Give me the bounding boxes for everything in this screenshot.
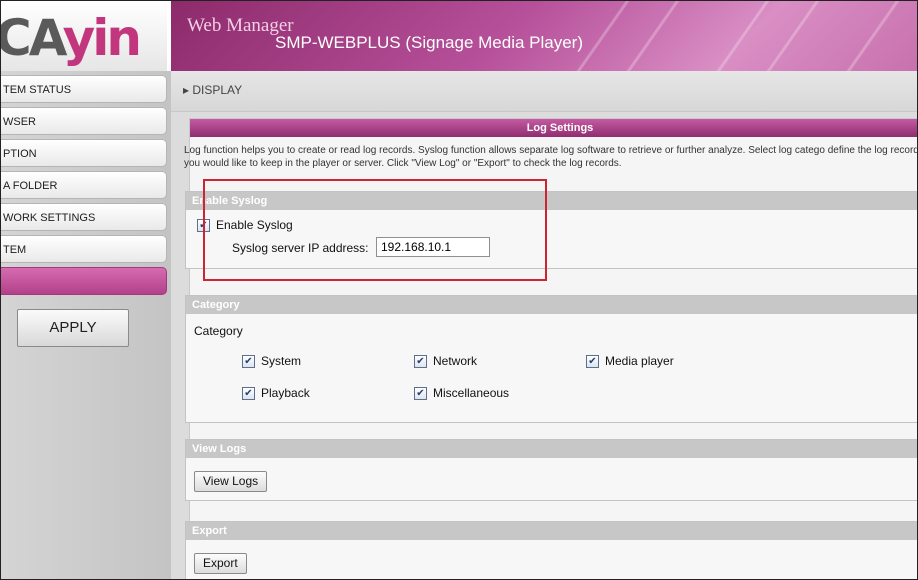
export-heading: Export <box>186 522 917 540</box>
sidebar-item-system-status[interactable]: TEM STATUS <box>1 75 167 103</box>
sidebar-item-active[interactable] <box>1 267 167 295</box>
sidebar-item-browser[interactable]: WSER <box>1 107 167 135</box>
category-media-player: ✔ Media player <box>586 354 674 369</box>
breadcrumb: ▸ DISPLAY <box>171 71 917 112</box>
logo-text-left: CA <box>0 9 66 67</box>
export-button[interactable]: Export <box>194 553 247 574</box>
view-logs-button[interactable]: View Logs <box>194 471 268 492</box>
category-playback: ✔ Playback <box>242 386 310 401</box>
device-title: SMP-WEBPLUS (Signage Media Player) <box>275 33 584 52</box>
sidebar-item-network-settings[interactable]: WORK SETTINGS <box>1 203 167 231</box>
category-system: ✔ System <box>242 354 302 369</box>
sidebar-menu: TEM STATUS WSER PTION A FOLDER WORK SETT… <box>1 75 167 299</box>
media-player-label: Media player <box>605 354 674 368</box>
miscellaneous-checkbox[interactable]: ✔ <box>414 387 427 401</box>
miscellaneous-label: Miscellaneous <box>433 386 510 400</box>
system-checkbox[interactable]: ✔ <box>242 355 255 369</box>
highlight-box <box>203 179 547 281</box>
panel-title: Log Settings <box>190 119 917 137</box>
category-section: Category Category ✔ System ✔ Network ✔ Medi… <box>185 295 917 423</box>
category-network: ✔ Network <box>414 354 478 369</box>
view-logs-section: View Logs View Logs <box>185 439 917 501</box>
sidebar: TEM STATUS WSER PTION A FOLDER WORK SETT… <box>1 71 171 579</box>
logo-text-right: yin <box>62 9 142 67</box>
category-section-heading: Category <box>186 296 917 314</box>
sidebar-item-media-folder[interactable]: A FOLDER <box>1 171 167 199</box>
app-window: CAyin Web Manager SMP-WEBPLUS (Signage M… <box>0 0 918 580</box>
header-banner: Web Manager SMP-WEBPLUS (Signage Media P… <box>171 1 917 71</box>
network-label: Network <box>433 354 478 368</box>
network-checkbox[interactable]: ✔ <box>414 355 427 369</box>
playback-label: Playback <box>261 386 310 400</box>
system-label: System <box>261 354 302 368</box>
apply-button[interactable]: APPLY <box>17 309 129 347</box>
cayin-logo: CAyin <box>0 9 142 67</box>
export-section: Export Export <box>185 521 917 579</box>
media-player-checkbox[interactable]: ✔ <box>586 355 599 369</box>
breadcrumb-display: ▸ DISPLAY <box>183 83 243 97</box>
panel-description: Log function helps you to create or read… <box>184 145 918 169</box>
sidebar-item-option[interactable]: PTION <box>1 139 167 167</box>
category-label: Category <box>194 324 243 338</box>
category-miscellaneous: ✔ Miscellaneous <box>414 386 510 401</box>
logo-area: CAyin <box>1 1 167 71</box>
playback-checkbox[interactable]: ✔ <box>242 387 255 401</box>
view-logs-heading: View Logs <box>186 440 917 458</box>
sidebar-item-system[interactable]: TEM <box>1 235 167 263</box>
